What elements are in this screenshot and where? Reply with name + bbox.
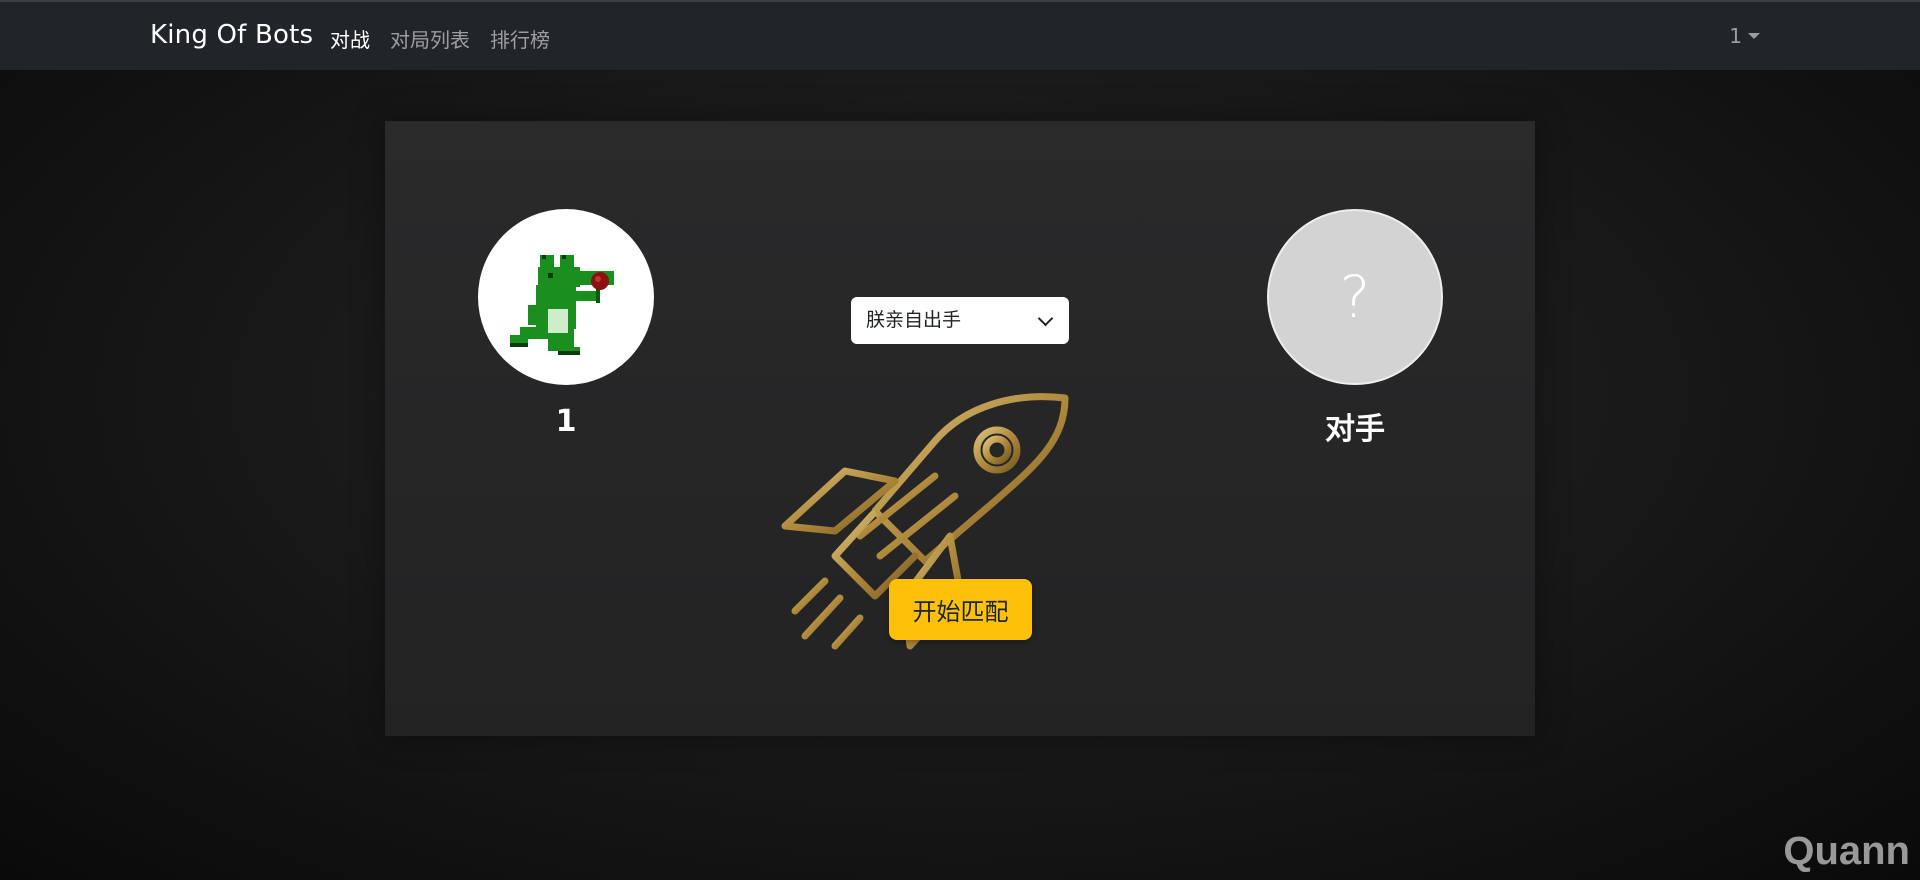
user-dropdown[interactable]: 1 bbox=[1729, 24, 1760, 48]
my-username: 1 bbox=[555, 404, 577, 439]
navbar: King Of Bots 对战 对局列表 排行榜 1 bbox=[0, 0, 1920, 70]
chevron-down-icon bbox=[1037, 310, 1054, 327]
start-match-button[interactable]: 开始匹配 bbox=[889, 579, 1032, 640]
bot-select[interactable]: 朕亲自出手 bbox=[851, 297, 1069, 344]
bot-select-value: 朕亲自出手 bbox=[866, 309, 962, 331]
opponent-avatar: ? bbox=[1267, 209, 1443, 385]
question-mark-icon: ? bbox=[1339, 263, 1371, 331]
username: 1 bbox=[1729, 24, 1742, 48]
caret-down-icon bbox=[1748, 33, 1760, 39]
opponent-name: 对手 bbox=[1325, 412, 1385, 447]
brand-logo[interactable]: King Of Bots bbox=[150, 20, 313, 50]
nav-link-record-list[interactable]: 对局列表 bbox=[390, 24, 470, 53]
my-avatar bbox=[478, 209, 654, 385]
nav-link-ranklist[interactable]: 排行榜 bbox=[490, 24, 550, 53]
rocket-icon bbox=[781, 393, 1069, 650]
nav-link-pk[interactable]: 对战 bbox=[330, 24, 370, 53]
watermark: Quann bbox=[1783, 829, 1910, 873]
crocodile-avatar-icon bbox=[510, 255, 614, 355]
match-card: 1 朕亲自出手 开始匹配 ? 对手 bbox=[385, 121, 1535, 736]
